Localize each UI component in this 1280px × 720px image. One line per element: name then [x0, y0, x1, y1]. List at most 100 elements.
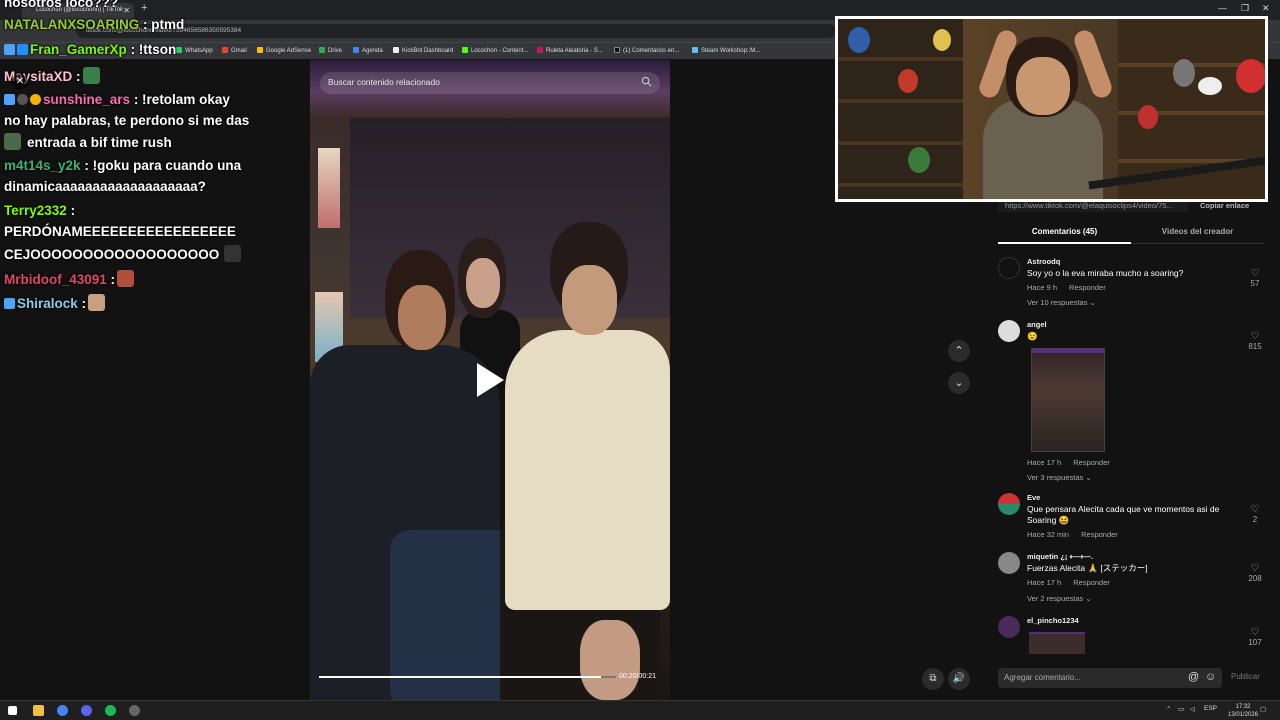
- badge-icon: [4, 298, 15, 309]
- like-button[interactable]: ♡ 2: [1246, 505, 1264, 525]
- avatar[interactable]: [998, 552, 1020, 574]
- reply-button[interactable]: Responder: [1073, 578, 1110, 587]
- obs-icon[interactable]: [129, 705, 140, 716]
- volume-button[interactable]: 🔊: [948, 668, 970, 690]
- minimize-icon[interactable]: —: [1218, 3, 1227, 13]
- windows-start-icon[interactable]: [8, 706, 17, 715]
- view-replies-button[interactable]: Ver 3 respuestas ⌄: [1027, 473, 1092, 482]
- tab-creator-videos[interactable]: Videos del creador: [1131, 222, 1264, 244]
- chat-username: Mrbidoof_43091: [4, 272, 107, 287]
- like-button[interactable]: ♡ 815: [1246, 331, 1264, 352]
- bookmark-agenda[interactable]: Agenda: [353, 47, 383, 54]
- comment-user[interactable]: Astroodq: [1027, 257, 1060, 266]
- comment-meta: Hace 17 h Responder: [1027, 578, 1110, 587]
- discord-icon[interactable]: [81, 705, 92, 716]
- avatar[interactable]: [998, 320, 1020, 342]
- comment-user[interactable]: angel: [1027, 320, 1047, 329]
- close-window-icon[interactable]: ✕: [1262, 3, 1270, 14]
- heart-icon: ♡: [1250, 331, 1260, 342]
- figure-toy: [908, 147, 930, 173]
- speaker-icon[interactable]: ◁: [1190, 705, 1195, 713]
- comment-meta: Hace 32 min Responder: [1027, 530, 1118, 539]
- share-link[interactable]: https://www.tiktok.com/@elaquisoclips4/v…: [998, 201, 1188, 212]
- file-explorer-icon[interactable]: [33, 705, 44, 716]
- video-scene-hand: [580, 620, 640, 700]
- pip-button[interactable]: ⧉: [922, 668, 944, 690]
- reply-button[interactable]: Responder: [1081, 530, 1118, 539]
- bookmark-locochon[interactable]: Locochon - Content...: [462, 47, 528, 54]
- view-replies-button[interactable]: Ver 2 respuestas ⌄: [1027, 594, 1092, 603]
- chevron-down-icon: ⌄: [954, 377, 964, 389]
- maximize-icon[interactable]: ❐: [1241, 3, 1249, 14]
- avatar[interactable]: [998, 257, 1020, 279]
- notifications-icon[interactable]: ▢: [1260, 705, 1266, 713]
- comment-user[interactable]: Eve: [1027, 493, 1040, 502]
- panel-tabs: Comentarios (45) Videos del creador: [998, 222, 1264, 244]
- spotify-icon[interactable]: [105, 705, 116, 716]
- bookmark-ruleta[interactable]: Ruleta Aleatoria - S...: [537, 47, 603, 54]
- system-clock[interactable]: 17:32 13/01/2026: [1228, 703, 1258, 719]
- copy-link-button[interactable]: Copiar enlace: [1200, 201, 1249, 210]
- steam-icon: [692, 47, 698, 53]
- bookmark-steam[interactable]: Steam Workshop::M...: [692, 47, 760, 54]
- chat-message: : !ttson: [130, 42, 177, 57]
- network-icon[interactable]: ▭: [1178, 705, 1184, 713]
- bookmark-label: Drive: [328, 48, 343, 54]
- figure-toy: [1198, 77, 1222, 95]
- language-indicator[interactable]: ESP: [1204, 705, 1217, 712]
- tray-chevron-icon[interactable]: ⌃: [1166, 705, 1171, 713]
- badge-icon: [4, 94, 15, 105]
- pip-icon: ⧉: [929, 673, 937, 684]
- chat-line: NATALANXSOARING : ptmd: [4, 17, 184, 32]
- chat-line: Fran_GamerXp : !ttson: [4, 42, 176, 57]
- like-button[interactable]: ♡ 107: [1246, 628, 1264, 648]
- comment-user[interactable]: el_pincho1234: [1027, 616, 1079, 625]
- figure-toy: [1173, 59, 1195, 87]
- comment-image[interactable]: [1031, 348, 1105, 452]
- kickbot-icon: [393, 47, 399, 53]
- bookmark-label: Ruleta Aleatoria - S...: [546, 48, 603, 54]
- video-progress-remaining[interactable]: [601, 676, 616, 678]
- video-time: 00:20/00:21: [619, 673, 656, 680]
- publish-button[interactable]: Publicar: [1231, 672, 1260, 681]
- chat-message: :: [110, 272, 116, 287]
- video-player[interactable]: Buscar contenido relacionado 00:20/00:21: [310, 60, 670, 700]
- emote-icon: [224, 245, 242, 262]
- chat-line: sunshine_ars : !retolam okay: [4, 92, 230, 107]
- bookmark-label: Agenda: [362, 48, 383, 54]
- avatar[interactable]: [998, 493, 1020, 515]
- bookmark-kickbot[interactable]: KickBot Dashboard: [393, 47, 453, 54]
- chat-message: :: [70, 203, 76, 218]
- chat-line: m4t14s_y2k : !goku para cuando una: [4, 158, 241, 173]
- close-overlay-icon[interactable]: ✕: [12, 74, 28, 90]
- chat-line: Terry2332 :: [4, 203, 75, 218]
- tab-comments[interactable]: Comentarios (45): [998, 222, 1131, 244]
- view-replies-button[interactable]: Ver 10 respuestas ⌄: [1027, 298, 1096, 307]
- avatar[interactable]: [998, 616, 1020, 638]
- heart-icon: ♡: [1250, 268, 1260, 279]
- play-icon[interactable]: [477, 363, 504, 397]
- comment-user[interactable]: miquetin ¿¡ ⟵⟵.: [1027, 552, 1093, 561]
- bookmark-comentarios[interactable]: (1) Comentarios en...: [614, 47, 679, 54]
- like-button[interactable]: ♡ 208: [1246, 564, 1264, 584]
- bookmark-drive[interactable]: Drive: [319, 47, 342, 54]
- chrome-icon[interactable]: [57, 705, 68, 716]
- video-progress-bar[interactable]: [319, 676, 601, 678]
- mention-icon[interactable]: @: [1188, 671, 1199, 683]
- comment-item: miquetin ¿¡ ⟵⟵. Fuerzas Alecita 🙏 [ステッカー…: [998, 552, 1264, 604]
- bookmark-label: Locochon - Content...: [471, 48, 529, 54]
- taskbar: ⌃ ▭ ◁ ESP 17:32 13/01/2026 ▢: [0, 700, 1280, 720]
- comment-image[interactable]: [1029, 632, 1085, 654]
- related-search-input[interactable]: Buscar contenido relacionado: [320, 72, 660, 94]
- next-video-button[interactable]: ⌄: [948, 372, 970, 394]
- add-comment-input[interactable]: Agregar comentario... @ ☺: [998, 668, 1222, 688]
- search-icon[interactable]: [641, 76, 652, 87]
- reply-button[interactable]: Responder: [1069, 283, 1106, 292]
- comment-text: 😉: [1027, 331, 1038, 341]
- comment-time: Hace 9 h: [1027, 283, 1058, 292]
- previous-video-button[interactable]: ⌃: [948, 340, 970, 362]
- chat-text: nosotros loco???: [4, 0, 118, 10]
- like-button[interactable]: ♡ 57: [1246, 268, 1264, 289]
- emoji-icon[interactable]: ☺: [1205, 671, 1216, 683]
- reply-button[interactable]: Responder: [1073, 458, 1110, 467]
